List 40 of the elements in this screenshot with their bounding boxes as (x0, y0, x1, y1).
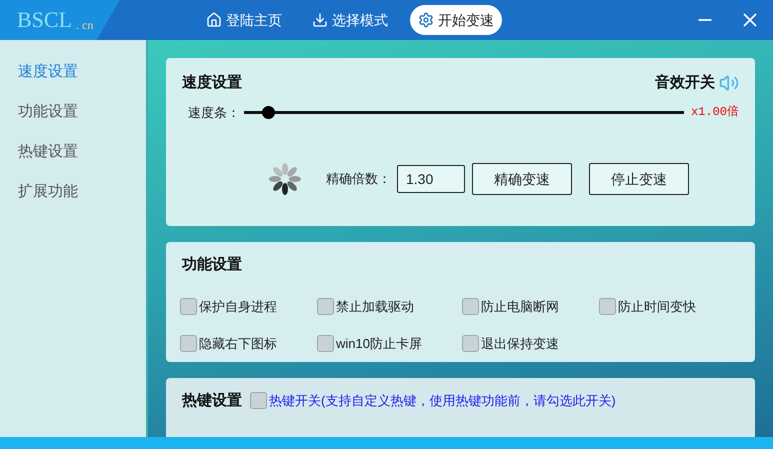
slider-label: 速度条： (188, 104, 240, 122)
speed-slider[interactable] (244, 105, 684, 120)
settings-icon (418, 12, 434, 28)
sidebar-item[interactable]: 扩展功能 (18, 182, 78, 202)
nav-tab[interactable]: 选择模式 (304, 5, 396, 35)
download-icon (312, 12, 328, 28)
checkbox[interactable] (462, 335, 479, 352)
checkbox[interactable] (599, 298, 616, 315)
checkbox[interactable] (180, 335, 197, 352)
speaker-icon[interactable] (719, 73, 739, 94)
speed-reading: x1.00倍 (690, 104, 739, 122)
checkbox[interactable] (180, 298, 197, 315)
sidebar-item[interactable]: 速度设置 (18, 62, 78, 82)
section-title: 功能设置 (182, 255, 243, 275)
precise-label: 精确倍数： (326, 170, 391, 188)
checkbox[interactable] (462, 298, 479, 315)
option-label: 防止时间变快 (618, 298, 696, 316)
multiplier-field[interactable]: 1.30 (397, 165, 465, 193)
section-title: 速度设置 (182, 73, 242, 93)
sound-label: 音效开关 (655, 73, 715, 93)
checkbox[interactable] (317, 298, 334, 315)
checkbox[interactable] (250, 392, 267, 410)
nav-tab[interactable]: 登陆主页 (198, 5, 290, 35)
spinner-icon (268, 162, 302, 196)
sidebar-item[interactable]: 热键设置 (18, 142, 78, 162)
slider-thumb[interactable] (262, 106, 275, 119)
section-title: 热键设置 (182, 391, 242, 411)
option-label: 防止电脑断网 (481, 298, 559, 316)
sidebar-item[interactable]: 功能设置 (18, 102, 78, 122)
checkbox[interactable] (317, 335, 334, 352)
action-button[interactable]: 停止变速 (589, 163, 689, 195)
option-label: 保护自身进程 (199, 298, 277, 316)
home-icon (206, 12, 222, 28)
option-label: 退出保持变速 (481, 335, 559, 353)
option-label: 隐藏右下图标 (199, 335, 277, 353)
nav-tab[interactable]: 开始变速 (410, 5, 502, 35)
hotkey-toggle-label: 热键开关(支持自定义热键，使用热键功能前，请勾选此开关) (269, 392, 616, 410)
option-label: 禁止加载驱动 (336, 298, 414, 316)
action-button[interactable]: 精确变速 (472, 163, 572, 195)
option-label: win10防止卡屏 (336, 335, 422, 353)
